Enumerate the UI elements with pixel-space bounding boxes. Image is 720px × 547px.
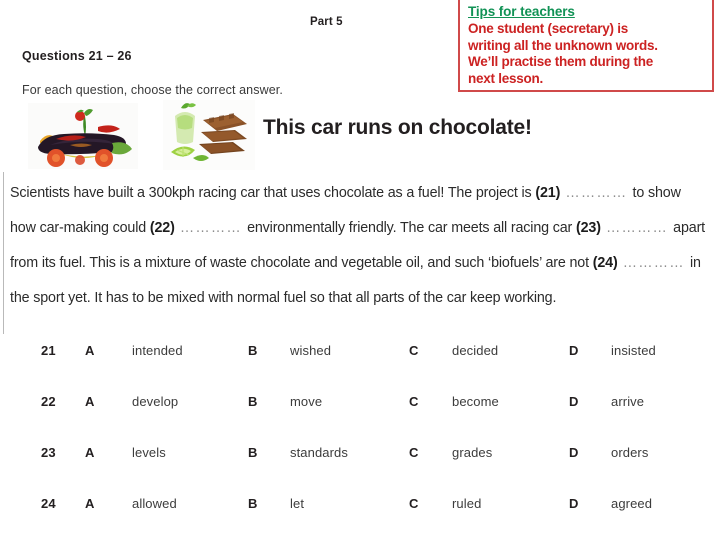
article-body-text: Scientists have built a 300kph racing ca… xyxy=(10,176,710,316)
option-letter-d[interactable]: D xyxy=(569,496,579,511)
question-number: 21 xyxy=(41,343,56,358)
tips-body: One student (secretary) is writing all t… xyxy=(468,21,706,87)
gap-number-24: (24) xyxy=(592,255,618,271)
option-letter-d[interactable]: D xyxy=(569,445,579,460)
option-letter-a[interactable]: A xyxy=(85,445,95,460)
option-word-c[interactable]: ruled xyxy=(452,496,481,511)
option-word-d[interactable]: insisted xyxy=(611,343,656,358)
option-letter-b[interactable]: B xyxy=(248,445,258,460)
option-letter-c[interactable]: C xyxy=(409,394,419,409)
gap-number-22: (22) xyxy=(149,220,175,236)
article-sentence-3: environmentally friendly. The car meets … xyxy=(247,220,576,236)
option-word-b[interactable]: move xyxy=(290,394,322,409)
option-word-d[interactable]: orders xyxy=(611,445,648,460)
part-title: Part 5 xyxy=(310,16,343,28)
option-letter-a[interactable]: A xyxy=(85,496,95,511)
question-number: 22 xyxy=(41,394,56,409)
option-word-b[interactable]: standards xyxy=(290,445,348,460)
option-word-c[interactable]: become xyxy=(452,394,499,409)
option-word-a[interactable]: develop xyxy=(132,394,178,409)
question-number: 23 xyxy=(41,445,56,460)
tips-heading: Tips for teachers xyxy=(468,4,575,19)
option-word-a[interactable]: intended xyxy=(132,343,183,358)
article-headline: This car runs on chocolate! xyxy=(263,116,532,139)
option-letter-c[interactable]: C xyxy=(409,496,419,511)
option-word-a[interactable]: allowed xyxy=(132,496,177,511)
tips-line-2: writing all the unknown words. xyxy=(468,37,658,53)
tips-for-teachers-box: Tips for teachers One student (secretary… xyxy=(458,0,714,92)
instruction-text: For each question, choose the correct an… xyxy=(22,83,283,97)
questions-range-heading: Questions 21 – 26 xyxy=(22,49,132,63)
option-word-a[interactable]: levels xyxy=(132,445,166,460)
tips-line-3: We’ll practise them during the xyxy=(468,54,654,70)
option-word-d[interactable]: arrive xyxy=(611,394,644,409)
option-letter-b[interactable]: B xyxy=(248,394,258,409)
option-word-b[interactable]: let xyxy=(290,496,304,511)
answer-row: 21 A intended B wished C decided D insis… xyxy=(0,343,720,394)
gap-number-21: (21) xyxy=(535,185,561,201)
option-letter-b[interactable]: B xyxy=(248,343,258,358)
option-letter-b[interactable]: B xyxy=(248,496,258,511)
option-word-d[interactable]: agreed xyxy=(611,496,652,511)
option-word-c[interactable]: decided xyxy=(452,343,498,358)
tips-line-1: One student (secretary) is xyxy=(468,21,629,36)
gap-blank-22: ………… xyxy=(174,220,248,236)
gap-number-23: (23) xyxy=(576,220,601,236)
option-word-c[interactable]: grades xyxy=(452,445,492,460)
option-letter-c[interactable]: C xyxy=(409,445,419,460)
tips-line-4: next lesson. xyxy=(468,70,544,86)
option-word-b[interactable]: wished xyxy=(290,343,331,358)
article-sentence-1: Scientists have built a 300kph racing ca… xyxy=(10,185,536,201)
option-letter-d[interactable]: D xyxy=(569,343,579,358)
gap-blank-21: ………… xyxy=(560,185,633,201)
chocolate-lime-photo xyxy=(163,100,255,170)
option-letter-a[interactable]: A xyxy=(85,394,95,409)
answer-row: 24 A allowed B let C ruled D agreed xyxy=(0,496,720,547)
gap-blank-24: ………… xyxy=(617,255,690,271)
article-left-rule xyxy=(3,172,4,334)
answer-options-grid: 21 A intended B wished C decided D insis… xyxy=(0,343,720,547)
option-letter-c[interactable]: C xyxy=(409,343,419,358)
option-letter-d[interactable]: D xyxy=(569,394,579,409)
option-letter-a[interactable]: A xyxy=(85,343,95,358)
vegetable-car-photo xyxy=(28,103,138,169)
answer-row: 23 A levels B standards C grades D order… xyxy=(0,445,720,496)
gap-blank-23: ………… xyxy=(600,220,674,236)
question-number: 24 xyxy=(41,496,56,511)
answer-row: 22 A develop B move C become D arrive xyxy=(0,394,720,445)
